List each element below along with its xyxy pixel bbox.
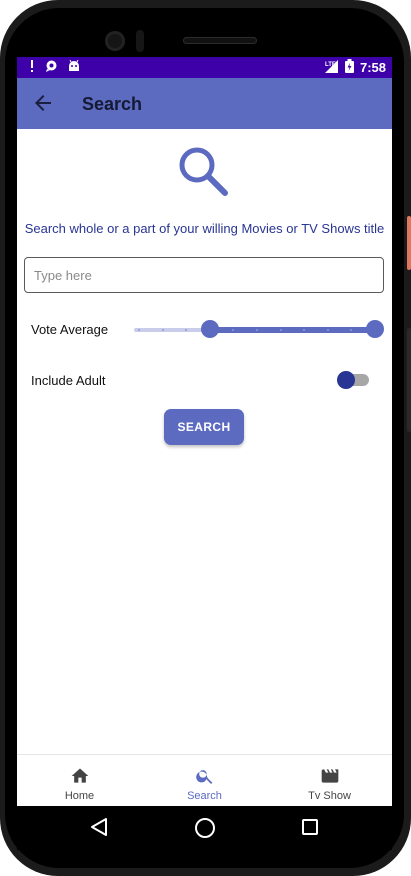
alert-icon: [29, 60, 35, 75]
switch-thumb: [337, 371, 355, 389]
include-adult-switch[interactable]: [337, 371, 369, 389]
front-camera: [105, 31, 125, 51]
signal-icon: LTE: [324, 59, 339, 76]
search-button[interactable]: SEARCH: [164, 409, 244, 445]
vote-average-label: Vote Average: [31, 322, 109, 337]
arrow-back-icon[interactable]: [31, 91, 55, 115]
search-input-box: [24, 257, 384, 293]
slider-tick: [138, 329, 140, 331]
nav-label-search: Search: [187, 790, 222, 802]
vote-average-slider[interactable]: [134, 320, 384, 340]
nav-label-tv-show: Tv Show: [308, 790, 351, 802]
system-back-icon[interactable]: [90, 817, 108, 842]
search-input[interactable]: [25, 258, 383, 292]
home-icon: [70, 766, 90, 786]
slider-thumb-min[interactable]: [200, 320, 219, 338]
battery-icon: [344, 59, 354, 76]
system-recents-icon[interactable]: [302, 819, 318, 835]
search-form: Search whole or a part of your willing M…: [17, 129, 392, 754]
slider-tick: [326, 329, 329, 331]
search-icon: [195, 766, 215, 786]
clapperboard-icon: [320, 766, 340, 786]
chat-bubble-icon: [45, 60, 58, 75]
system-navigation-bar: [17, 806, 392, 850]
screen: LTE 7:58 Search Search whole or a part o…: [17, 57, 392, 806]
search-hint: Search whole or a part of your willing M…: [24, 221, 385, 236]
earpiece: [183, 37, 257, 44]
page-title: Search: [82, 94, 143, 114]
nav-item-home[interactable]: Home: [17, 755, 142, 806]
power-button: [407, 216, 411, 270]
system-home-icon[interactable]: [195, 818, 215, 838]
nav-item-tv-show[interactable]: Tv Show: [267, 755, 392, 806]
phone-frame: LTE 7:58 Search Search whole or a part o…: [0, 0, 411, 876]
proximity-sensor: [136, 30, 144, 52]
slider-tick: [279, 329, 282, 331]
include-adult-label: Include Adult: [31, 373, 106, 388]
bottom-navigation: Home Search Tv Show: [17, 754, 392, 806]
status-time: 7:58: [359, 60, 386, 75]
network-type: LTE: [325, 62, 336, 68]
slider-tick: [256, 329, 258, 331]
magnifier-icon: [177, 145, 233, 201]
volume-button: [407, 328, 411, 432]
slider-thumb-max[interactable]: [366, 320, 384, 338]
nav-item-search[interactable]: Search: [142, 755, 267, 806]
android-icon: [68, 59, 80, 75]
status-bar: LTE 7:58: [17, 57, 392, 78]
nav-label-home: Home: [64, 790, 95, 802]
slider-tick: [161, 329, 164, 331]
app-bar: Search: [17, 78, 392, 129]
